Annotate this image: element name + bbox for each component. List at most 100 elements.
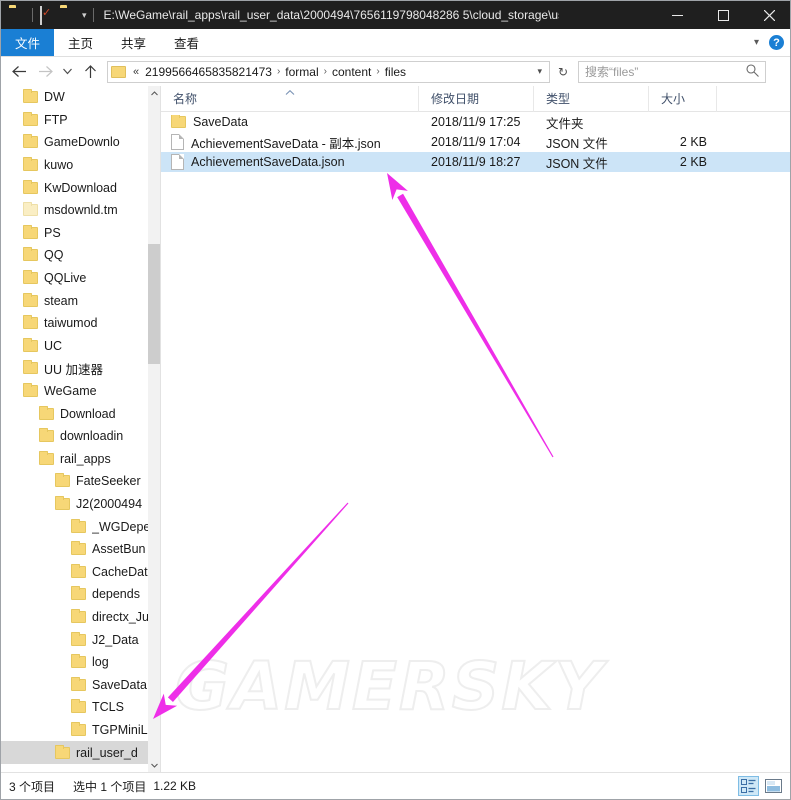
cell-size: 2 KB <box>679 155 707 169</box>
selected-count-label: 选中 1 个项目 <box>73 779 147 794</box>
details-view-button[interactable] <box>738 776 759 796</box>
scroll-up-icon[interactable] <box>148 86 160 100</box>
sidebar-item-tcls[interactable]: TCLS <box>1 696 149 719</box>
sidebar-item-log[interactable]: log <box>1 651 149 674</box>
properties-icon[interactable] <box>40 6 56 25</box>
cell-size: 2 KB <box>679 135 707 149</box>
sidebar-item-steam[interactable]: steam <box>1 289 149 312</box>
sidebar-item-ftp[interactable]: FTP <box>1 109 149 132</box>
sidebar-item-assetbun[interactable]: AssetBun <box>1 538 149 561</box>
sidebar-item-dw[interactable]: DW <box>1 86 149 109</box>
close-button[interactable] <box>746 1 790 29</box>
folder-icon <box>71 518 86 533</box>
sidebar-item-directx-ju[interactable]: directx_Ju <box>1 606 149 629</box>
view-mode-buttons <box>738 776 784 796</box>
sidebar-item-cachedat[interactable]: CacheDat <box>1 560 149 583</box>
folder-icon[interactable] <box>9 7 25 23</box>
tab-share[interactable]: 共享 <box>107 29 160 56</box>
sidebar-item-tgpminil[interactable]: TGPMiniL <box>1 719 149 742</box>
address-bar[interactable]: « 2199566465835821473 › formal › content… <box>107 60 550 83</box>
sidebar-item-savedata[interactable]: SaveData <box>1 673 149 696</box>
column-header-size-label: 大小 <box>661 92 686 106</box>
sidebar-item-uc[interactable]: UC <box>1 335 149 358</box>
scroll-down-icon[interactable] <box>148 758 160 772</box>
sidebar-item-label: msdownld.tm <box>44 203 118 218</box>
sidebar-item-rail-apps[interactable]: rail_apps <box>1 448 149 471</box>
sidebar-item-label: taiwumod <box>44 316 98 331</box>
breadcrumb-item-2[interactable]: content <box>329 65 374 79</box>
maximize-button[interactable] <box>700 1 746 29</box>
folder-icon <box>23 247 38 262</box>
sidebar-item-wgdepe[interactable]: _WGDepe <box>1 515 149 538</box>
table-row[interactable]: SaveData 2018/11/9 17:25 文件夹 <box>161 112 790 132</box>
chevron-down-icon[interactable]: ▾ <box>754 37 759 48</box>
sidebar-item-fateseeker[interactable]: FateSeeker <box>1 470 149 493</box>
breadcrumb-overflow[interactable]: « <box>130 66 142 78</box>
search-input[interactable]: 搜索“files” <box>585 63 746 80</box>
sidebar-item-rail-user-d[interactable]: rail_user_d <box>1 741 149 764</box>
table-row[interactable]: AchievementSaveData - 副本.json 2018/11/9 1… <box>161 132 790 152</box>
sidebar-item-downloadin[interactable]: downloadin <box>1 425 149 448</box>
column-header-name[interactable]: 名称 <box>161 86 419 112</box>
folder-icon <box>71 563 86 578</box>
tab-file-label: 文件 <box>15 37 41 51</box>
sidebar-item-ps[interactable]: PS <box>1 222 149 245</box>
column-header-date[interactable]: 修改日期 <box>419 86 534 112</box>
breadcrumb: « 2199566465835821473 › formal › content… <box>130 65 532 79</box>
sidebar-item-kwdownload[interactable]: KwDownload <box>1 176 149 199</box>
column-header-size[interactable]: 大小 <box>649 86 717 112</box>
cell-type: JSON 文件 <box>546 156 608 171</box>
sidebar-item-wegame[interactable]: WeGame <box>1 380 149 403</box>
sidebar-item-msdownld-tm[interactable]: msdownld.tm <box>1 199 149 222</box>
sidebar-item-uu[interactable]: UU 加速器 <box>1 357 149 380</box>
sidebar-item-j2-2000494[interactable]: J2(2000494 <box>1 493 149 516</box>
sidebar-item-gamedownlo[interactable]: GameDownlo <box>1 131 149 154</box>
chevron-right-icon[interactable]: › <box>275 66 282 77</box>
breadcrumb-item-3[interactable]: files <box>382 65 409 79</box>
sidebar-item-label: J2(2000494 <box>76 496 143 511</box>
up-button[interactable] <box>78 60 102 84</box>
back-button[interactable] <box>7 60 31 84</box>
cell-date: 2018/11/9 17:25 <box>431 115 521 129</box>
sidebar-item-label: SaveData <box>92 677 147 692</box>
forward-button[interactable] <box>33 60 57 84</box>
tab-view[interactable]: 查看 <box>160 29 213 56</box>
folder-icon <box>111 65 126 78</box>
minimize-button[interactable] <box>654 1 700 29</box>
tab-file[interactable]: 文件 <box>1 29 55 56</box>
recent-locations-button[interactable] <box>59 60 76 84</box>
sidebar-item-label: FTP <box>44 112 68 127</box>
sidebar-item-taiwumod[interactable]: taiwumod <box>1 312 149 335</box>
sidebar-item-label: kuwo <box>44 158 74 173</box>
sidebar-item-qqlive[interactable]: QQLive <box>1 267 149 290</box>
breadcrumb-item-1[interactable]: formal <box>282 65 321 79</box>
search-box[interactable]: 搜索“files” <box>578 60 766 83</box>
breadcrumb-item-0[interactable]: 2199566465835821473 <box>142 65 275 79</box>
chevron-down-icon[interactable]: ▾ <box>532 66 547 77</box>
sidebar-item-download[interactable]: Download <box>1 402 149 425</box>
sidebar-item-j2-data[interactable]: J2_Data <box>1 628 149 651</box>
folder-icon <box>23 383 38 398</box>
column-header-date-label: 修改日期 <box>431 92 480 106</box>
sidebar-item-qq[interactable]: QQ <box>1 244 149 267</box>
help-icon[interactable]: ? <box>769 35 784 50</box>
search-icon[interactable] <box>746 63 759 80</box>
sidebar-item-label: steam <box>44 293 79 308</box>
sidebar-item-label: WeGame <box>44 384 97 399</box>
folder-icon <box>55 473 70 488</box>
item-count-label: 3 个项目 <box>9 779 56 794</box>
table-row[interactable]: AchievementSaveData.json 2018/11/9 18:27 J… <box>161 152 790 172</box>
sidebar-scrollbar[interactable] <box>148 86 160 772</box>
refresh-icon[interactable]: ↻ <box>552 65 574 79</box>
file-name-label: AchievementSaveData.json <box>191 155 345 169</box>
chevron-down-icon[interactable]: ▾ <box>82 10 87 20</box>
chevron-right-icon[interactable]: › <box>322 66 329 77</box>
new-folder-icon[interactable] <box>60 7 76 23</box>
chevron-right-icon[interactable]: › <box>374 66 381 77</box>
sidebar-item-depends[interactable]: depends <box>1 583 149 606</box>
sidebar-item-kuwo[interactable]: kuwo <box>1 154 149 177</box>
column-header-type[interactable]: 类型 <box>534 86 649 112</box>
scrollbar-thumb[interactable] <box>148 244 160 364</box>
large-icons-view-button[interactable] <box>763 776 784 796</box>
tab-home[interactable]: 主页 <box>54 29 107 56</box>
